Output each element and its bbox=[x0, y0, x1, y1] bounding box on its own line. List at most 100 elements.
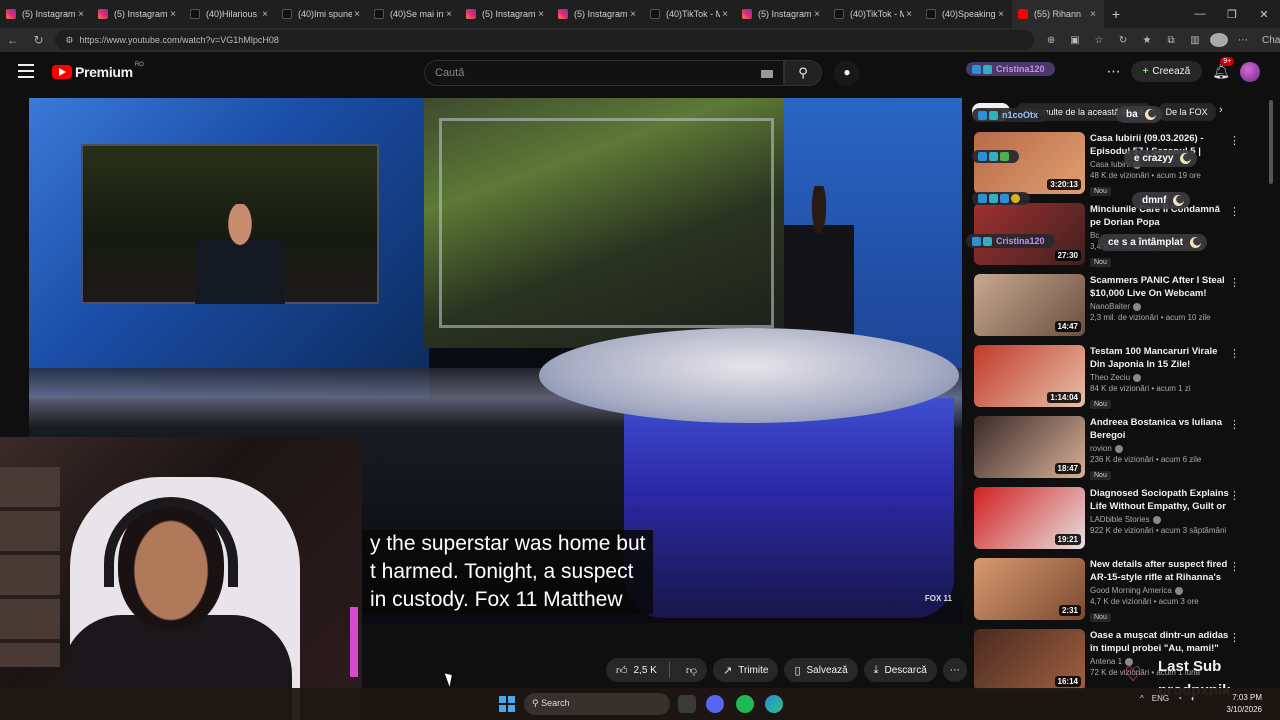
sidebar-scrollbar[interactable] bbox=[1268, 98, 1274, 688]
channel-name[interactable]: rovion bbox=[1090, 444, 1230, 453]
video-menu-icon[interactable]: ⋮ bbox=[1229, 631, 1240, 644]
browser-tab[interactable]: (40)Speaking C× bbox=[920, 0, 1012, 28]
browser-tab[interactable]: (55) Rihann × bbox=[1012, 0, 1104, 28]
recommended-video[interactable]: 3:20:13 Casa Iubirii (09.03.2026) - Episo… bbox=[974, 132, 1246, 196]
close-tab-icon[interactable]: × bbox=[904, 9, 914, 20]
profile-avatar[interactable] bbox=[1210, 33, 1229, 47]
video-thumbnail[interactable]: 2:31 bbox=[974, 558, 1085, 620]
recommended-video[interactable]: 1:14:04 Testam 100 Mancaruri Virale Din J… bbox=[974, 345, 1246, 409]
browser-tab[interactable]: (40)TikTok - Ma× bbox=[828, 0, 920, 28]
close-tab-icon[interactable]: × bbox=[720, 9, 730, 20]
channel-name[interactable]: Theo Zeciu bbox=[1090, 373, 1230, 382]
edge-icon[interactable] bbox=[765, 695, 783, 713]
scrollbar-thumb[interactable] bbox=[1269, 100, 1273, 184]
search-input[interactable]: Caută bbox=[424, 60, 784, 86]
browser-tab[interactable]: (40)Imi spune s× bbox=[276, 0, 368, 28]
keyboard-icon[interactable] bbox=[761, 70, 773, 78]
video-menu-icon[interactable]: ⋮ bbox=[1229, 276, 1240, 289]
close-tab-icon[interactable]: × bbox=[996, 9, 1006, 20]
video-title[interactable]: New details after suspect fired AR-15-st… bbox=[1090, 558, 1230, 584]
browser-tab[interactable]: (40)Se mai inta× bbox=[368, 0, 460, 28]
video-thumbnail[interactable]: 3:20:13 bbox=[974, 132, 1085, 194]
close-tab-icon[interactable]: × bbox=[536, 9, 546, 20]
youtube-logo[interactable]: Premium RO bbox=[52, 62, 144, 80]
video-menu-icon[interactable]: ⋮ bbox=[1229, 347, 1240, 360]
account-avatar[interactable] bbox=[1240, 61, 1260, 82]
close-tab-icon[interactable]: × bbox=[76, 9, 86, 20]
file-explorer-icon[interactable] bbox=[678, 695, 696, 713]
video-title[interactable]: Andreea Bostanica vs Iuliana Beregoi bbox=[1090, 416, 1230, 442]
minimize-icon[interactable]: — bbox=[1184, 8, 1216, 20]
close-tab-icon[interactable]: × bbox=[444, 9, 454, 20]
channel-name[interactable]: Good Morning America bbox=[1090, 586, 1230, 595]
browser-tab[interactable]: (5) Instagram × bbox=[460, 0, 552, 28]
video-title[interactable]: Diagnosed Sociopath Explains Life Withou… bbox=[1090, 487, 1230, 513]
translate-icon[interactable]: ⊕ bbox=[1042, 35, 1060, 46]
recommended-video[interactable]: 18:47 Andreea Bostanica vs Iuliana Berego… bbox=[974, 416, 1246, 480]
favorite-icon[interactable]: ☆ bbox=[1090, 35, 1108, 46]
create-button[interactable]: + Creează bbox=[1130, 61, 1203, 82]
video-thumbnail[interactable]: 14:47 bbox=[974, 274, 1085, 336]
taskbar-search[interactable]: ⚲ Search bbox=[524, 693, 670, 715]
windows-start-icon[interactable] bbox=[499, 696, 515, 712]
download-button[interactable]: ⤓ Descarcă bbox=[863, 658, 937, 682]
wifi-icon[interactable]: ◔ bbox=[1177, 694, 1182, 703]
chip-from-channel[interactable]: De la FOX bbox=[1157, 103, 1216, 121]
url-field[interactable]: ⚙ https://www.youtube.com/watch?v=VG1hMl… bbox=[55, 30, 1035, 50]
browser-tab[interactable]: (5) Instagram × bbox=[552, 0, 644, 28]
like-count[interactable]: 2,5 K bbox=[634, 665, 657, 676]
menu-icon[interactable] bbox=[18, 64, 34, 78]
new-tab-icon[interactable]: + bbox=[1104, 6, 1128, 22]
language-indicator[interactable]: ENG bbox=[1152, 694, 1169, 703]
tray-chevron-icon[interactable]: ^ bbox=[1140, 694, 1144, 703]
share-button[interactable]: ↗ Trimite bbox=[713, 658, 779, 682]
close-tab-icon[interactable]: × bbox=[168, 9, 178, 20]
recommended-video[interactable]: 19:21 Diagnosed Sociopath Explains Life W… bbox=[974, 487, 1246, 551]
voice-search-button[interactable]: ● bbox=[834, 60, 860, 86]
search-button[interactable]: ⚲ bbox=[784, 60, 822, 86]
close-tab-icon[interactable]: × bbox=[628, 9, 638, 20]
browser-tab[interactable]: (5) Instagram × bbox=[92, 0, 184, 28]
dislike-icon[interactable]: 👎︎ bbox=[676, 664, 707, 677]
video-thumbnail[interactable]: 19:21 bbox=[974, 487, 1085, 549]
like-icon[interactable]: 👍︎ bbox=[616, 664, 628, 677]
collections-icon[interactable]: ▥ bbox=[1186, 35, 1204, 46]
settings-more-icon[interactable]: ⋯ bbox=[1234, 35, 1252, 46]
chevron-right-icon[interactable]: › bbox=[1219, 104, 1223, 116]
video-menu-icon[interactable]: ⋮ bbox=[1229, 205, 1240, 218]
browser-tab[interactable]: (5) Instagram × bbox=[736, 0, 828, 28]
favorites-icon[interactable]: ★ bbox=[1138, 35, 1156, 46]
split-view-icon[interactable]: ▣ bbox=[1066, 35, 1084, 46]
recommended-video[interactable]: 14:47 Scammers PANIC After I Steal $10,00… bbox=[974, 274, 1246, 338]
video-thumbnail[interactable]: 18:47 bbox=[974, 416, 1085, 478]
maximize-icon[interactable]: ❐ bbox=[1216, 8, 1248, 21]
video-menu-icon[interactable]: ⋮ bbox=[1229, 134, 1240, 147]
spotify-icon[interactable] bbox=[736, 695, 754, 713]
refresh-page-icon[interactable]: ↻ bbox=[1114, 35, 1132, 46]
close-tab-icon[interactable]: × bbox=[812, 9, 822, 20]
reload-icon[interactable]: ↻ bbox=[26, 33, 52, 47]
video-thumbnail[interactable]: 1:14:04 bbox=[974, 345, 1085, 407]
video-thumbnail[interactable]: 16:14 bbox=[974, 629, 1085, 691]
more-actions-button[interactable]: ⋯ bbox=[942, 658, 967, 682]
site-info-icon[interactable]: ⚙ bbox=[65, 35, 73, 46]
video-title[interactable]: Oase a mușcat dintr-un adidas în timpul … bbox=[1090, 629, 1230, 655]
close-tab-icon[interactable]: × bbox=[1088, 9, 1098, 20]
browser-tab[interactable]: (40)Hilarious C× bbox=[184, 0, 276, 28]
volume-icon[interactable]: ◖ bbox=[1190, 694, 1195, 703]
save-button[interactable]: ▯ Salvează bbox=[784, 658, 858, 682]
extensions-icon[interactable]: ⧉ bbox=[1162, 35, 1180, 46]
close-window-icon[interactable]: ✕ bbox=[1248, 8, 1280, 21]
channel-name[interactable]: LADbible Stories bbox=[1090, 515, 1230, 524]
notifications-button[interactable]: 🔔︎ 9+ bbox=[1212, 57, 1235, 80]
video-menu-icon[interactable]: ⋮ bbox=[1229, 489, 1240, 502]
video-menu-icon[interactable]: ⋮ bbox=[1229, 418, 1240, 431]
channel-name[interactable]: NanoBaiter bbox=[1090, 302, 1230, 311]
copilot-chat-button[interactable]: Chat bbox=[1262, 35, 1280, 46]
close-tab-icon[interactable]: × bbox=[352, 9, 362, 20]
taskbar-clock[interactable]: 7:03 PM 3/10/2026 bbox=[1226, 692, 1262, 716]
discord-icon[interactable] bbox=[706, 695, 724, 713]
more-options-icon[interactable]: ⋯ bbox=[1107, 63, 1121, 80]
close-tab-icon[interactable]: × bbox=[260, 9, 270, 20]
back-icon[interactable]: ← bbox=[0, 33, 26, 47]
